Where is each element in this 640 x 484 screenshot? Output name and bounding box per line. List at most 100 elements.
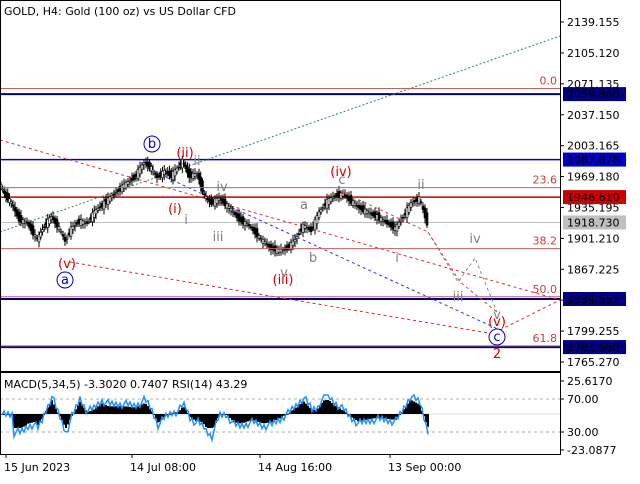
candle-body	[77, 218, 81, 224]
price-level-tag-text: 1946.610	[567, 191, 620, 204]
wave-label: a	[300, 198, 308, 213]
macd-bar	[77, 405, 79, 414]
macd-bar	[211, 414, 213, 428]
candle-body	[217, 197, 221, 201]
fib-level-label: 0.0	[540, 75, 558, 88]
wave-label-text: iii	[213, 230, 224, 245]
candle-body	[83, 221, 87, 224]
candle-body	[319, 209, 323, 213]
candle-body	[193, 173, 197, 177]
macd-bar	[97, 406, 99, 414]
candle-body	[251, 226, 255, 232]
y-tick-label: 1799.255	[567, 325, 620, 338]
candle-body	[142, 162, 146, 165]
macd-bar	[303, 401, 305, 414]
price-level-tag-text: 1834.557	[567, 293, 620, 306]
macd-bar	[283, 414, 285, 416]
candle-body	[57, 226, 61, 231]
macd-bar	[107, 405, 109, 414]
candle-body	[257, 235, 261, 239]
candle-body	[233, 212, 237, 216]
candle-body	[215, 198, 219, 204]
macd-bar	[105, 405, 107, 414]
candle-body	[75, 222, 79, 225]
macd-bar	[365, 414, 367, 420]
y-tick-label: 1901.210	[567, 232, 620, 245]
wave-label-text: (i)	[168, 202, 182, 217]
candle-body	[9, 201, 13, 204]
wave-label: b	[143, 135, 161, 153]
candle-body	[67, 232, 71, 236]
macd-bar	[229, 414, 231, 419]
macd-bar	[207, 414, 209, 428]
wave-label: (i)	[168, 202, 182, 217]
wave-label-text: ii	[193, 154, 200, 169]
wave-label: (iii)	[273, 273, 294, 288]
macd-bar	[23, 414, 25, 427]
candle-body	[204, 196, 208, 199]
macd-bar	[137, 406, 139, 414]
candle-body	[171, 171, 175, 181]
macd-bar	[263, 414, 265, 424]
candle-body	[81, 220, 85, 225]
candle-body	[155, 174, 159, 178]
wave-label-text: iii	[453, 290, 464, 305]
y-tick-label: 1867.225	[567, 263, 620, 276]
y-tick-label: 1969.180	[567, 171, 620, 184]
candle-body	[231, 211, 235, 213]
macd-bar	[67, 414, 69, 425]
macd-bar	[387, 414, 389, 419]
candle-body	[114, 192, 118, 194]
price-level-tag-text: 1987.878	[567, 154, 620, 167]
candle-body	[297, 233, 301, 235]
macd-bar	[261, 414, 263, 424]
wave-label: c	[338, 173, 345, 188]
macd-bar	[409, 400, 411, 414]
candle-body	[182, 162, 186, 165]
x-tick-label: 14 Aug 16:00	[258, 461, 332, 474]
candle-body	[33, 234, 37, 237]
ind-y-tick-label: 25.6170	[567, 375, 613, 388]
candle-body	[13, 206, 17, 212]
fib-level-label: 61.8	[533, 332, 558, 345]
macd-bar	[93, 409, 95, 414]
macd-bar	[271, 414, 273, 423]
candle-body	[229, 208, 233, 212]
ind-y-tick-label: 70.00	[567, 393, 599, 406]
macd-bar	[157, 414, 159, 423]
gold-h4-chart: b(ii)ii(i)iiviii(v)a v(iii)ab(iv)ciiiivii…	[0, 0, 640, 480]
macd-bar	[79, 401, 81, 414]
macd-bar	[299, 404, 301, 414]
candle-body	[108, 196, 112, 202]
macd-bar	[235, 414, 237, 423]
macd-bar	[183, 407, 185, 414]
wave-label: i	[395, 251, 399, 266]
candle-body	[120, 184, 124, 193]
macd-bar	[209, 414, 211, 428]
candle-body	[419, 201, 423, 204]
macd-bar	[89, 411, 91, 414]
candle-body	[153, 172, 157, 175]
candle-body	[42, 226, 46, 229]
macd-bar	[339, 408, 341, 414]
wave-label-text: iv	[469, 232, 481, 247]
candle-body	[177, 166, 181, 169]
macd-bar	[53, 404, 55, 414]
macd-bar	[257, 414, 259, 422]
candle-body	[132, 174, 136, 180]
candle-body	[116, 189, 120, 192]
candle-body	[98, 206, 102, 209]
candle-body	[31, 225, 35, 236]
macd-bar	[325, 400, 327, 414]
candle-body	[102, 200, 106, 210]
x-tick-label: 13 Sep 00:00	[388, 461, 461, 474]
price-level-tag: 1781.660	[563, 340, 626, 355]
macd-bar	[329, 401, 331, 414]
wave-label: 2	[493, 347, 501, 362]
wave-label-text: (v)	[58, 257, 76, 272]
wave-label-text: b	[309, 251, 317, 266]
macd-bar	[101, 403, 103, 414]
macd-bar	[427, 414, 429, 427]
price-level-tag: 2059.860	[563, 87, 626, 102]
macd-bar	[21, 414, 23, 428]
